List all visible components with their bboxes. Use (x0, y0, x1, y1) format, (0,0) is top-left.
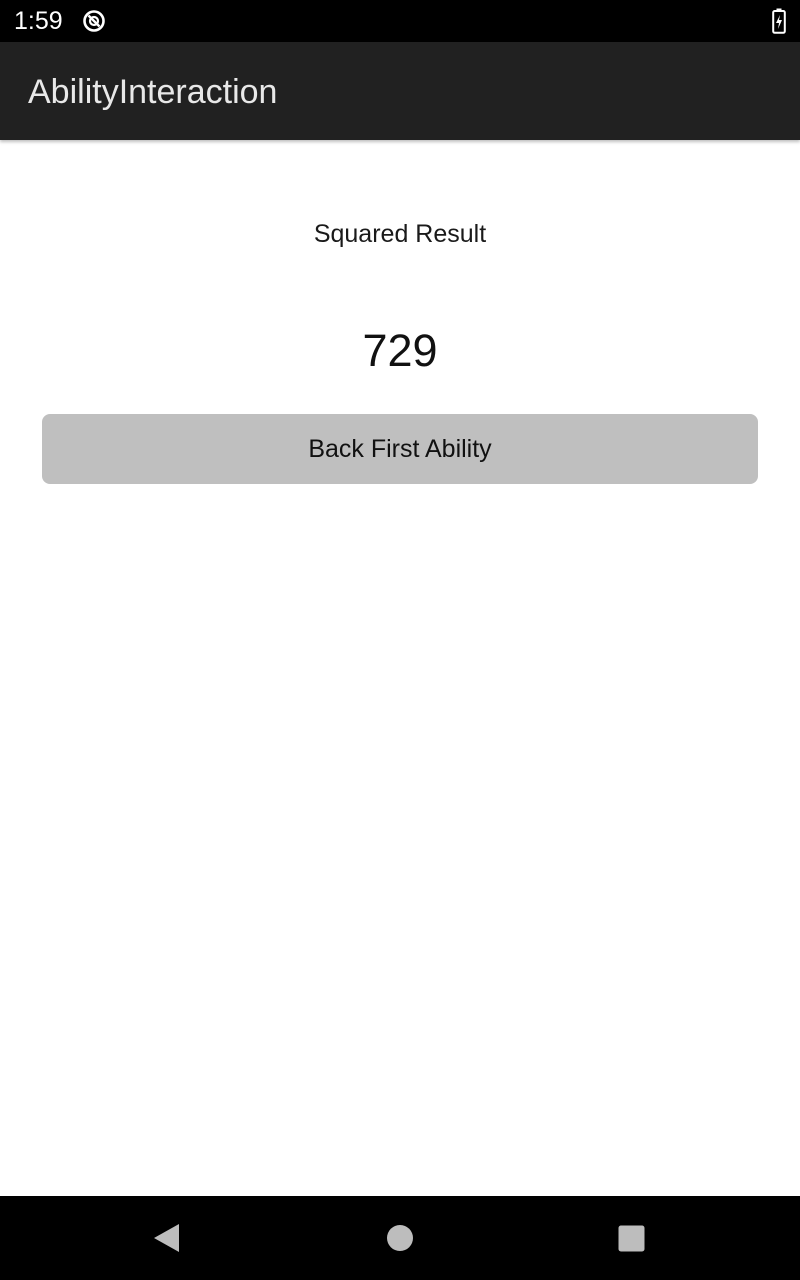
back-button-label: Back First Ability (308, 435, 492, 463)
app-screen: 1:59 AbilityInteraction Squared Result 7… (0, 0, 800, 1280)
squared-result-label: Squared Result (313, 220, 487, 248)
nav-home-icon[interactable] (386, 1224, 414, 1252)
toolbar-title: AbilityInteraction (28, 73, 278, 111)
status-bar: 1:59 (0, 0, 800, 42)
nav-recents-icon[interactable] (618, 1225, 645, 1252)
battery-charging-icon (772, 8, 786, 34)
app-toolbar: AbilityInteraction (0, 42, 800, 140)
squared-result-value: 729 (362, 325, 438, 376)
status-time: 1:59 (14, 7, 63, 35)
back-first-ability-button[interactable]: Back First Ability (42, 414, 758, 484)
navigation-bar (0, 1196, 800, 1280)
nav-back-icon[interactable] (152, 1222, 182, 1254)
notification-sync-icon (83, 10, 105, 32)
